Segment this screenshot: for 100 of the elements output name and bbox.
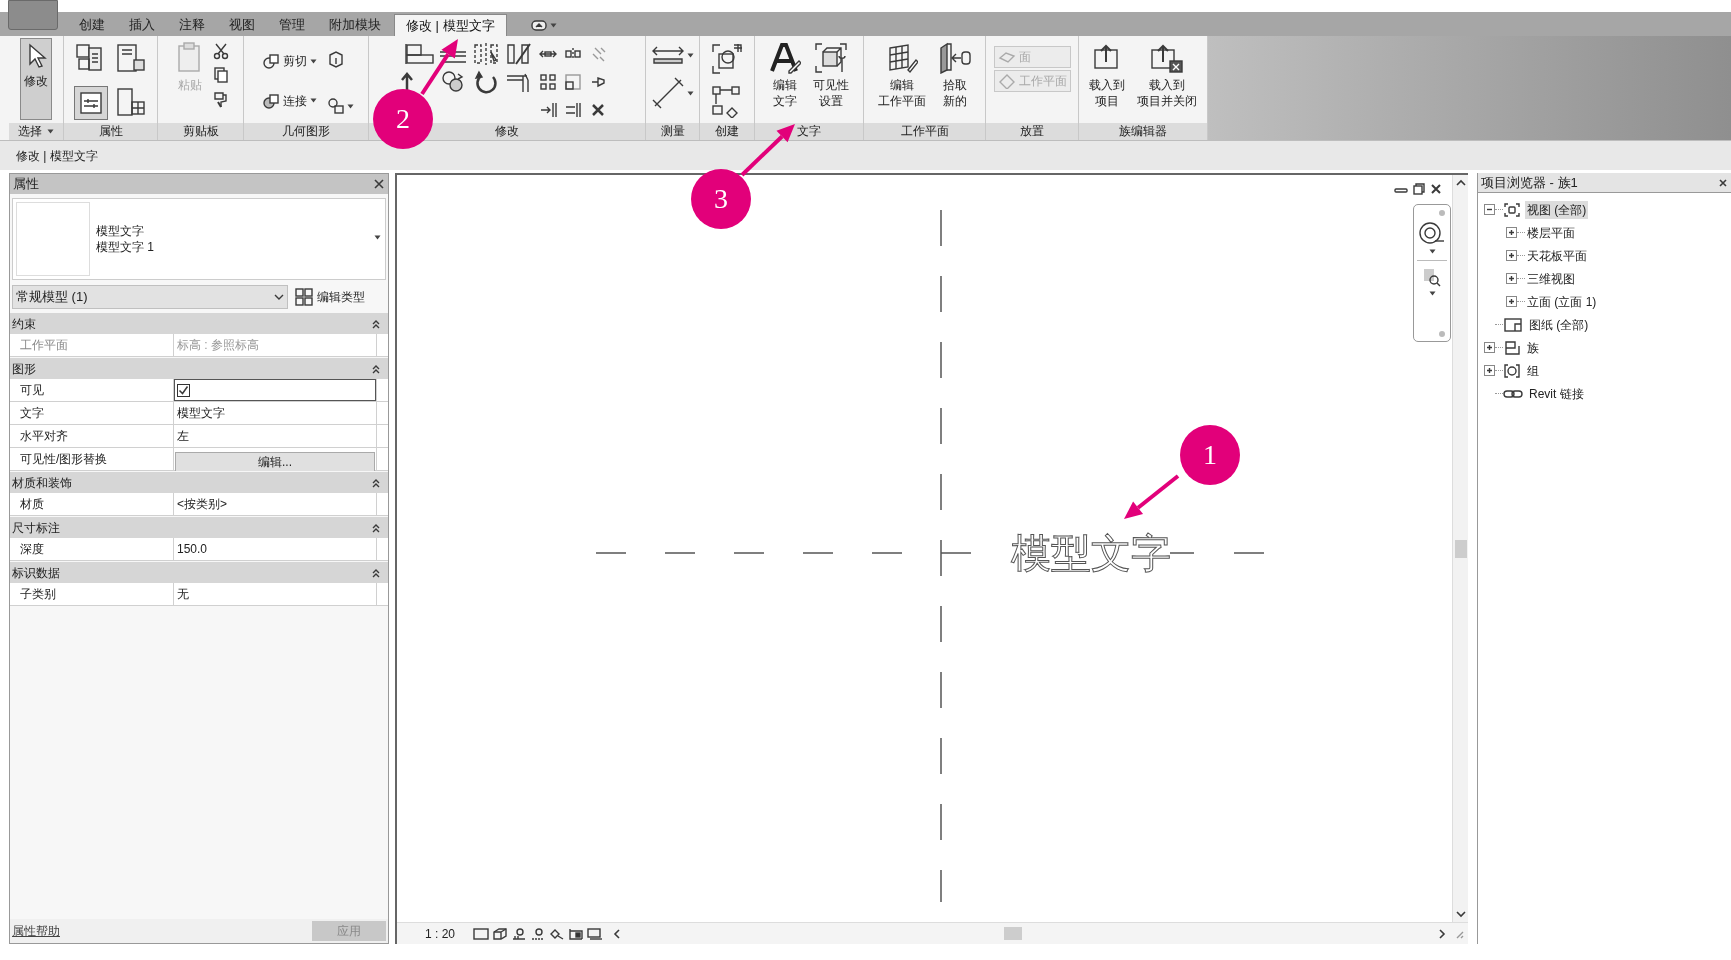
paintbrush-icon[interactable] xyxy=(211,90,230,108)
property-name: 深度 xyxy=(10,538,174,560)
ribbon-button[interactable]: 载入到 项目并关闭 xyxy=(1133,38,1201,120)
ribbon-tab[interactable]: 管理 xyxy=(268,14,316,36)
scroll-left-icon[interactable] xyxy=(613,928,622,939)
create-similar-icon[interactable] xyxy=(710,42,744,76)
scroll-down-icon[interactable] xyxy=(1455,911,1466,918)
ribbon-tab[interactable]: 插入 xyxy=(118,14,166,36)
view-scale[interactable]: 1 : 20 xyxy=(425,924,456,943)
edit-button[interactable]: 编辑... xyxy=(175,452,375,472)
void-shape-icon[interactable] xyxy=(327,50,345,68)
property-group-header[interactable]: 标识数据 xyxy=(10,561,388,583)
zoom-icon[interactable] xyxy=(1422,267,1442,287)
scale-icon[interactable] xyxy=(564,73,582,91)
property-group-header[interactable]: 尺寸标注 xyxy=(10,516,388,538)
tree-item[interactable]: 立面 (立面 1) xyxy=(1525,292,1599,311)
properties-help-link[interactable]: 属性帮助 xyxy=(12,922,60,940)
letter-a-pencil-icon xyxy=(769,42,801,74)
mirror-pick-axis-icon[interactable] xyxy=(471,42,501,66)
expand-toggle[interactable] xyxy=(1506,273,1517,284)
tree-item[interactable]: 图纸 (全部) xyxy=(1527,315,1591,334)
tree-item[interactable]: 视图 (全部) xyxy=(1525,200,1589,219)
ribbon-tab[interactable]: 视图 xyxy=(218,14,266,36)
split-element-icon[interactable] xyxy=(539,101,557,119)
scroll-right-icon[interactable] xyxy=(1438,928,1446,939)
expand-toggle[interactable] xyxy=(1506,227,1517,238)
type-selector[interactable]: 模型文字 模型文字 1 xyxy=(12,198,386,280)
ribbon-button[interactable]: 编辑 工作平面 xyxy=(873,38,930,120)
scroll-up-icon[interactable] xyxy=(1455,179,1466,186)
ribbon-button[interactable]: 剪切 xyxy=(258,50,321,72)
model-text[interactable]: 模型文字 xyxy=(1011,529,1171,577)
align-icon[interactable] xyxy=(405,42,435,66)
tree-item[interactable]: 组 xyxy=(1525,361,1541,380)
dropdown-caret-icon xyxy=(1428,249,1436,254)
collapse-toggle[interactable] xyxy=(1484,204,1495,215)
plus-icon xyxy=(1508,298,1515,305)
ribbon-tab[interactable]: 创建 xyxy=(68,14,116,36)
expand-toggle[interactable] xyxy=(1484,342,1495,353)
visual-style-icon[interactable] xyxy=(492,926,509,941)
family-icon xyxy=(1503,339,1521,356)
detail-level-icon[interactable] xyxy=(473,926,490,941)
collapse-chevrons-icon xyxy=(372,477,380,488)
expand-toggle[interactable] xyxy=(1506,296,1517,307)
diagonal-dimension-icon[interactable] xyxy=(651,76,685,110)
tree-item[interactable]: 天花板平面 xyxy=(1525,246,1589,265)
property-group-header[interactable]: 约束 xyxy=(10,312,388,334)
join-shapes-icon xyxy=(262,91,280,110)
property-group-header[interactable]: 材质和装饰 xyxy=(10,471,388,493)
aligned-dimension-icon[interactable] xyxy=(651,44,685,66)
checkbox-value-field[interactable] xyxy=(174,379,376,401)
expand-toggle[interactable] xyxy=(1484,365,1495,376)
scissors-icon[interactable] xyxy=(211,42,230,60)
vertical-scrollbar[interactable] xyxy=(1452,175,1468,922)
ribbon-panel-label[interactable]: 修改 xyxy=(495,123,519,140)
copy-icon[interactable] xyxy=(211,66,230,84)
array-icon[interactable] xyxy=(539,73,557,91)
expand-toggle[interactable] xyxy=(1506,250,1517,261)
property-value[interactable]: 左 xyxy=(174,425,376,447)
property-group-header[interactable]: 图形 xyxy=(10,357,388,379)
callout-arrow xyxy=(740,124,795,177)
ribbon-button[interactable]: 拾取 新的 xyxy=(933,38,976,120)
restore-icon[interactable] xyxy=(1413,183,1425,195)
property-name: 可见 xyxy=(10,379,174,401)
property-value[interactable]: <按类别> xyxy=(174,493,376,515)
property-value[interactable]: 无 xyxy=(174,583,376,605)
ribbon-tab[interactable]: 修改 | 模型文字 xyxy=(394,14,507,36)
plus-icon xyxy=(1486,367,1493,374)
collapse-chevrons-icon xyxy=(372,318,380,329)
checkbox[interactable] xyxy=(177,383,190,397)
type-name: 模型文字 1 xyxy=(96,239,154,255)
family-types-icon[interactable] xyxy=(73,85,108,120)
split-shapes-icon[interactable] xyxy=(327,97,345,116)
tree-item[interactable]: 三维视图 xyxy=(1525,269,1577,288)
ribbon-button[interactable]: 连接 xyxy=(258,89,321,112)
dropdown-caret-icon xyxy=(549,23,557,28)
property-value[interactable]: 150.0 xyxy=(174,538,376,560)
edit-type-button[interactable]: 编辑类型 xyxy=(292,285,368,309)
sun-path-icon[interactable] xyxy=(511,926,528,941)
ribbon-button[interactable]: 编辑 文字 xyxy=(765,38,805,120)
tree-item[interactable]: Revit 链接 xyxy=(1527,384,1586,403)
tree-item[interactable]: 族 xyxy=(1525,338,1541,357)
show-crop-icon[interactable] xyxy=(568,926,585,941)
ribbon-tab[interactable]: 注释 xyxy=(168,14,216,36)
mirror-draw-axis-icon[interactable] xyxy=(504,42,534,66)
view-options-icon[interactable] xyxy=(530,20,547,31)
split-gap-icon[interactable] xyxy=(564,101,582,119)
ribbon-tab[interactable]: 附加模块 xyxy=(318,14,392,36)
property-value[interactable]: 模型文字 xyxy=(174,402,376,424)
ribbon-button[interactable]: 修改 xyxy=(20,38,52,120)
scrollbar-thumb[interactable] xyxy=(1454,539,1467,558)
ribbon-button[interactable]: 可见性 设置 xyxy=(809,38,853,120)
ribbon-button[interactable]: 载入到 项目 xyxy=(1085,38,1129,120)
group-icon xyxy=(1503,362,1521,379)
tree-item[interactable]: 楼层平面 xyxy=(1525,223,1577,242)
collapse-chevrons-icon xyxy=(372,363,380,374)
check-icon xyxy=(178,384,189,396)
instance-filter-dropdown[interactable]: 常规模型 (1) xyxy=(12,285,288,309)
property-name: 水平对齐 xyxy=(10,425,174,447)
horizontal-scrollbar-thumb[interactable] xyxy=(1004,927,1023,940)
temporary-hide-icon[interactable] xyxy=(587,926,604,941)
